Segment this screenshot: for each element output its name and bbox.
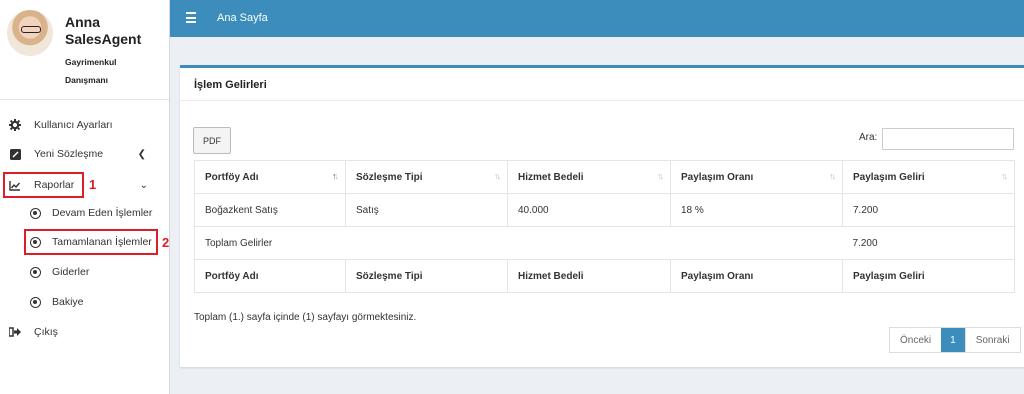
income-panel: İşlem Gelirleri PDF Ara: Portföy Adı ↑↓ S… — [180, 65, 1024, 367]
user-role: Gayrimenkul Danışmanı — [65, 57, 117, 85]
gear-icon — [8, 118, 22, 132]
sidebar-item-label: Çıkış — [34, 326, 58, 338]
column-header-oran[interactable]: Paylaşım Oranı ↑↓ — [670, 160, 843, 194]
user-profile: Anna SalesAgent Gayrimenkul Danışmanı — [0, 0, 169, 100]
cell-tip: Satış — [345, 193, 508, 227]
sidebar-item-logout[interactable]: Çıkış — [0, 319, 170, 345]
footer-header-gelir: Paylaşım Geliri — [842, 259, 1015, 293]
table-info-text: Toplam (1.) sayfa içinde (1) sayfayı gör… — [194, 312, 417, 323]
highlight-box-reports — [3, 172, 84, 198]
total-row: Toplam Gelirler 7.200 — [194, 226, 1015, 260]
panel-title: İşlem Gelirleri — [194, 79, 267, 91]
annotation-marker-2: 2 — [162, 235, 170, 250]
search-input[interactable] — [882, 128, 1014, 150]
column-header-gelir[interactable]: Paylaşım Geliri ↑↓ — [842, 160, 1015, 194]
chevron-left-icon: ❮ — [137, 148, 146, 160]
sort-asc-icon: ↑↓ — [332, 171, 339, 181]
sidebar-item-label: Bakiye — [52, 296, 84, 308]
sort-icon: ↑↓ — [657, 171, 664, 181]
sort-icon: ↑↓ — [494, 171, 501, 181]
table-row: Boğazkent Satış Satış 40.000 18 % 7.200 — [194, 193, 1015, 227]
cell-oran: 18 % — [670, 193, 843, 227]
user-name: Anna SalesAgent — [65, 14, 142, 47]
sidebar-item-label: Giderler — [52, 266, 90, 278]
radio-dot-icon — [28, 295, 42, 309]
cell-portfoy: Boğazkent Satış — [194, 193, 346, 227]
column-header-tip[interactable]: Sözleşme Tipi ↑↓ — [345, 160, 508, 194]
sidebar-item-balance[interactable]: Bakiye — [0, 289, 170, 315]
sidebar-item-label: Yeni Sözleşme — [34, 148, 104, 160]
search-label: Ara: — [859, 132, 878, 143]
table-header-row: Portföy Adı ↑↓ Sözleşme Tipi ↑↓ Hizmet Bed… — [194, 160, 1015, 194]
footer-header-portfoy: Portföy Adı — [194, 259, 346, 293]
radio-dot-icon — [28, 265, 42, 279]
avatar — [7, 10, 53, 56]
highlight-box-completed — [24, 229, 158, 255]
footer-header-tip: Sözleşme Tipi — [345, 259, 508, 293]
sidebar-item-label: Devam Eden İşlemler — [52, 207, 153, 219]
pdf-export-button[interactable]: PDF — [193, 127, 231, 154]
column-header-portfoy[interactable]: Portföy Adı ↑↓ — [194, 160, 346, 194]
sort-icon: ↑↓ — [1001, 171, 1008, 181]
sidebar-item-expenses[interactable]: Giderler — [0, 259, 170, 285]
chevron-down-icon: ⌄ — [139, 179, 148, 191]
pagination: Önceki 1 Sonraki — [889, 327, 1021, 353]
sidebar-item-ongoing-transactions[interactable]: Devam Eden İşlemler — [0, 200, 170, 226]
top-navbar: Ana Sayfa — [170, 0, 1024, 37]
total-value: 7.200 — [842, 226, 1015, 260]
pagination-prev-button[interactable]: Önceki — [890, 328, 942, 352]
sidebar-item-new-contract[interactable]: Yeni Sözleşme ❮ — [0, 141, 170, 167]
pagination-page-1[interactable]: 1 — [941, 328, 965, 352]
sidebar-item-user-settings[interactable]: Kullanıcı Ayarları — [0, 112, 170, 138]
annotation-marker-1: 1 — [89, 177, 97, 192]
cell-bedel: 40.000 — [507, 193, 671, 227]
sign-out-icon — [8, 325, 22, 339]
cell-gelir: 7.200 — [842, 193, 1015, 227]
hamburger-menu-icon[interactable] — [186, 12, 196, 26]
footer-header-oran: Paylaşım Oranı — [670, 259, 843, 293]
pagination-next-button[interactable]: Sonraki — [964, 328, 1020, 352]
sidebar-item-label: Kullanıcı Ayarları — [34, 119, 113, 131]
edit-icon — [8, 147, 22, 161]
income-table: Portföy Adı ↑↓ Sözleşme Tipi ↑↓ Hizmet Bed… — [194, 160, 1015, 293]
total-label: Toplam Gelirler — [194, 226, 843, 260]
page-title: Ana Sayfa — [217, 12, 268, 24]
sort-icon: ↑↓ — [829, 171, 836, 181]
sidebar: Anna SalesAgent Gayrimenkul Danışmanı Ku… — [0, 0, 170, 394]
column-header-bedel[interactable]: Hizmet Bedeli ↑↓ — [507, 160, 671, 194]
divider — [180, 100, 1024, 101]
footer-header-bedel: Hizmet Bedeli — [507, 259, 671, 293]
radio-dot-icon — [28, 206, 42, 220]
table-footer-row: Portföy Adı Sözleşme Tipi Hizmet Bedeli … — [194, 259, 1015, 293]
